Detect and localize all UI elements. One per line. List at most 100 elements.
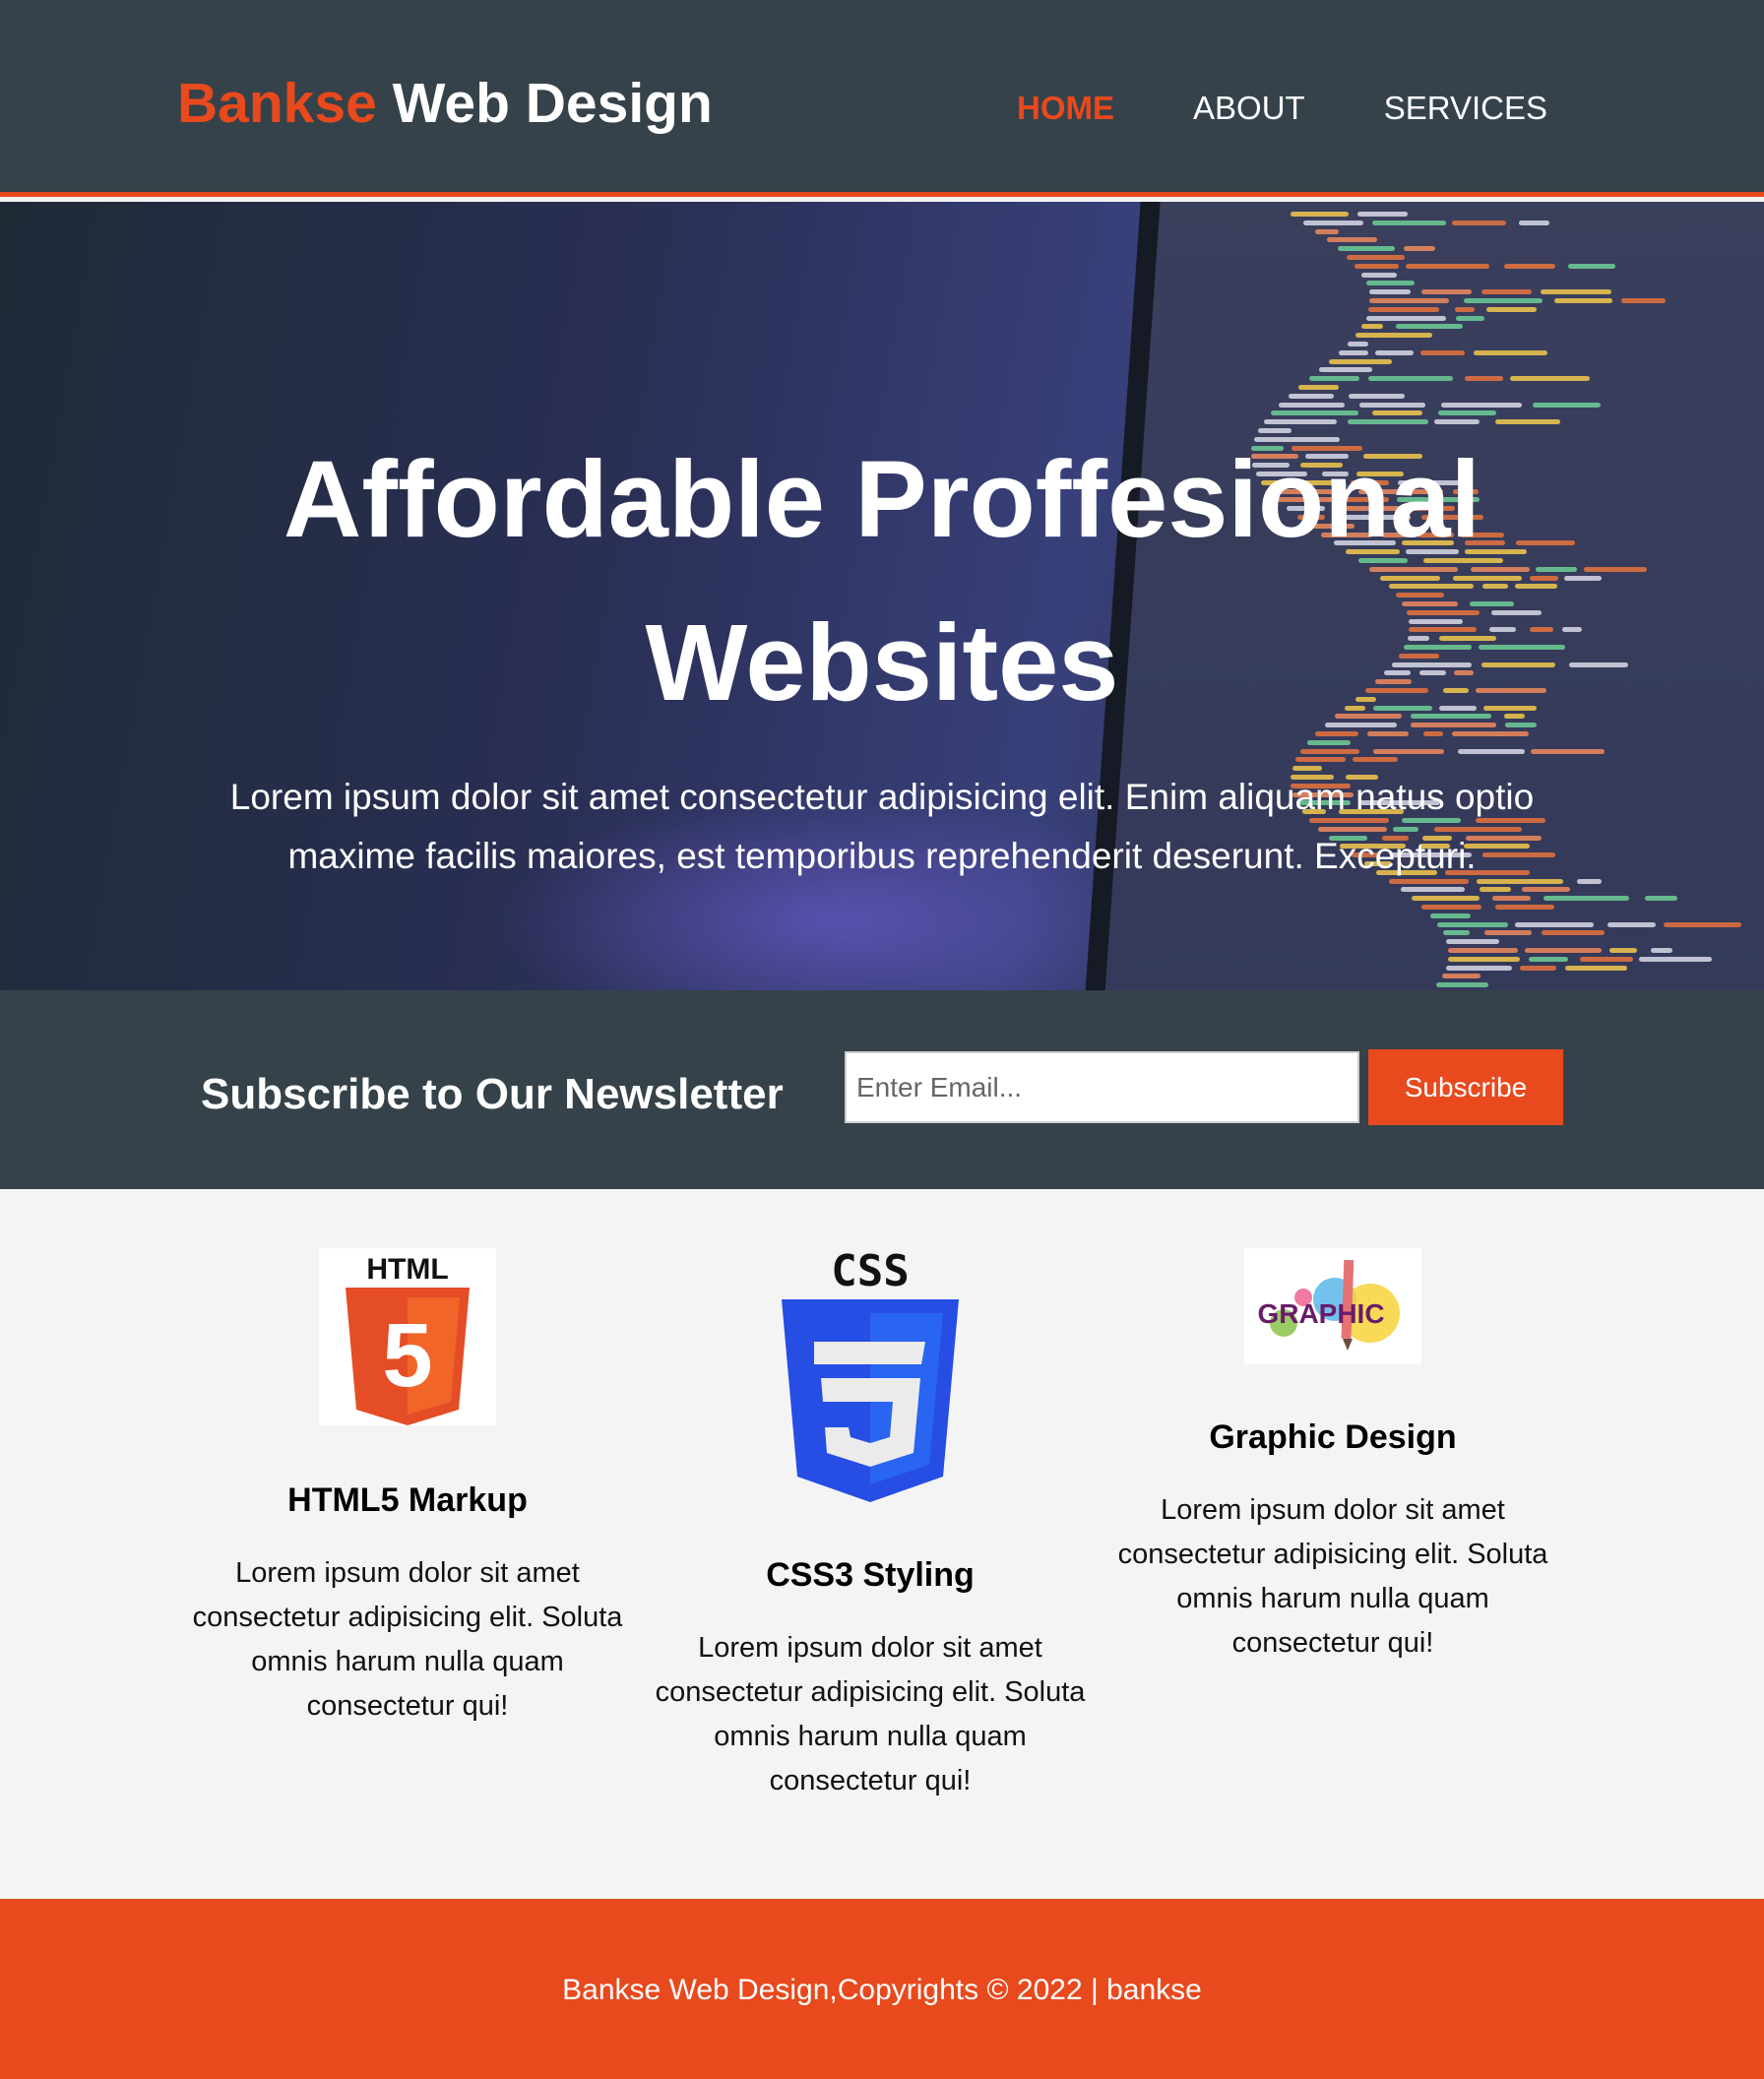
code-line [1457,748,1525,754]
code-line [1329,358,1393,364]
code-line [1515,921,1595,927]
code-line [1315,228,1339,234]
code-line [1354,263,1400,269]
code-line [1395,324,1464,330]
code-line [1491,896,1532,902]
graphic-logo-icon: GRAPHIC [1244,1248,1421,1364]
code-line [1644,896,1677,902]
email-input[interactable] [845,1051,1359,1123]
site-header: Bankse Web Design HOME ABOUT SERVICES [0,0,1764,197]
code-line [1360,272,1397,278]
code-line [1365,315,1446,321]
code-line [1480,887,1511,893]
code-line [1302,220,1364,225]
code-line [1543,896,1630,902]
code-line [1365,281,1415,286]
nav-about[interactable]: ABOUT [1193,89,1305,128]
code-line [1300,748,1359,754]
html5-logo-text: HTML [366,1253,448,1286]
code-line [1405,263,1489,269]
code-line [1639,956,1712,962]
code-line [1412,896,1480,902]
code-line [1446,939,1500,945]
code-line [1435,982,1489,988]
code-line [1270,410,1359,416]
code-line [1353,757,1398,763]
box-css3-text: Lorem ipsum dolor sit amet consectetur a… [655,1632,1086,1796]
code-line [1481,289,1533,295]
box-graphic-text: Lorem ipsum dolor sit amet consectetur a… [1117,1494,1548,1659]
code-line [1326,237,1378,243]
css3-logo-icon: CSS 3 [782,1248,959,1502]
code-line [1483,930,1533,936]
brand-logo[interactable]: Bankse Web Design [177,71,713,136]
subscribe-button[interactable]: Subscribe [1368,1049,1563,1125]
main-nav: HOME ABOUT SERVICES [1017,89,1547,128]
code-line [1372,410,1423,416]
code-line [1437,921,1508,927]
code-line [1441,974,1480,979]
nav-home[interactable]: HOME [1017,89,1114,128]
code-line [1485,306,1537,312]
code-line [1452,220,1507,225]
brand-rest: Web Design [392,72,713,135]
graphic-logo-text: GRAPHIC [1257,1298,1384,1329]
code-line [1279,402,1345,408]
code-line [1354,333,1432,339]
nav-services[interactable]: SERVICES [1384,89,1547,128]
code-line [1308,376,1360,382]
code-line [1368,289,1412,295]
box-css3: CSS 3 CSS3 Styling Lorem ipsum dolor sit… [654,1248,1087,1803]
code-line [1621,298,1667,303]
brand-highlight: Bankse [177,72,377,135]
code-line [1447,956,1520,962]
code-line [1532,402,1602,408]
code-line [1420,349,1465,355]
code-line [1442,930,1470,936]
code-line [1368,376,1453,382]
newsletter-heading: Subscribe to Our Newsletter [201,1070,784,1118]
code-line [1374,349,1415,355]
box-html5: HTML 5 HTML5 Markup Lorem ipsum dolor si… [191,1248,624,1729]
code-line [1579,956,1633,962]
code-line [1445,965,1512,971]
code-line [1421,289,1472,295]
code-line [1360,324,1383,330]
code-line [1349,393,1406,399]
code-line [1664,921,1741,927]
code-line [1372,748,1445,754]
code-line [1607,921,1657,927]
code-line [1339,349,1369,355]
code-line [1540,289,1611,295]
code-line [1608,948,1638,953]
code-line [1456,315,1485,321]
html5-badge-number: 5 [382,1305,432,1406]
code-line [1542,930,1605,936]
code-line [1371,220,1446,225]
code-line [1528,956,1569,962]
showcase-section: Affordable Proffesional Websites Lorem i… [0,202,1764,990]
hero-title: Affordable Proffesional Websites [0,418,1764,745]
code-line [1369,298,1449,303]
code-line [1430,913,1471,918]
code-line [1347,342,1369,346]
newsletter-section: Subscribe to Our Newsletter Subscribe [0,990,1764,1189]
code-line [1554,298,1613,303]
code-line [1520,965,1557,971]
code-line [1473,349,1548,355]
box-html5-text: Lorem ipsum dolor sit amet consectetur a… [192,1557,623,1722]
box-css3-title: CSS3 Styling [766,1556,975,1594]
site-footer: Bankse Web Design,Copyrights © 2022 | ba… [0,1899,1764,2079]
code-line [1524,948,1602,953]
code-line [1404,246,1435,252]
code-line [1503,263,1556,269]
code-line [1368,306,1439,312]
code-line [1567,263,1615,269]
code-line [1519,220,1550,225]
services-boxes: HTML 5 HTML5 Markup Lorem ipsum dolor si… [0,1189,1764,1899]
code-line [1463,298,1543,303]
footer-text: Bankse Web Design,Copyrights © 2022 | ba… [562,1974,1202,2006]
code-line [1337,246,1396,252]
code-line [1356,212,1408,217]
code-line [1347,255,1405,260]
